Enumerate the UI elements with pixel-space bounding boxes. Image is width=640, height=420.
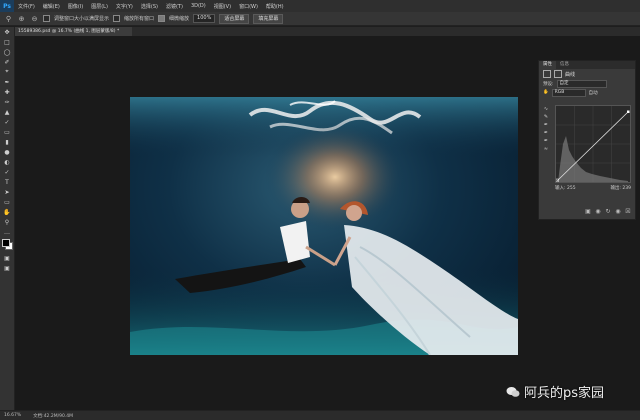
clip-to-layer-icon[interactable]: ▣ bbox=[585, 209, 591, 215]
black-point-eyedropper-icon[interactable]: ✒ bbox=[542, 121, 550, 129]
tool-bar: ✥ □ ◯ ✐ ⌖ ✒ ✚ ✑ ▲ ✓ ▭ ▮ ● ◐ ✓ T ➤ ▭ ✋ ⚲ … bbox=[0, 27, 15, 410]
foreground-color-swatch[interactable] bbox=[2, 239, 10, 247]
curve-graph-svg bbox=[555, 106, 630, 182]
brush-tool-icon[interactable]: ✑ bbox=[0, 97, 14, 107]
channel-row: ✋ RGB 自动 bbox=[539, 88, 635, 97]
curves-adjustment-icon bbox=[543, 70, 551, 78]
resize-windows-label: 调整窗口大小以满屏显示 bbox=[54, 16, 110, 22]
tab-properties[interactable]: 属性 bbox=[539, 61, 556, 69]
zoom-all-label: 缩放所有窗口 bbox=[124, 16, 155, 22]
view-previous-icon[interactable]: ◉ bbox=[595, 209, 601, 215]
menu-bar: Ps 文件(F) 编辑(E) 图像(I) 图层(L) 文字(Y) 选择(S) 滤… bbox=[0, 0, 640, 12]
curve-graph[interactable] bbox=[555, 105, 631, 183]
curve-point-white bbox=[627, 110, 630, 113]
visibility-icon[interactable]: ◉ bbox=[615, 209, 621, 215]
resize-windows-checkbox[interactable] bbox=[43, 15, 50, 22]
preset-select[interactable]: 自定 bbox=[556, 79, 607, 88]
status-bar: 16.67% 文档:42.2M/90.4M bbox=[0, 410, 640, 420]
path-select-tool-icon[interactable]: ➤ bbox=[0, 187, 14, 197]
input-readout: 输入: 255 bbox=[555, 186, 576, 191]
panel-footer: ▣ ◉ ↻ ◉ ☒ bbox=[539, 207, 635, 217]
output-readout: 输出: 239 bbox=[610, 186, 631, 191]
screen-mode-icon[interactable]: ▣ bbox=[0, 263, 14, 273]
fill-screen-button[interactable]: 填充屏幕 bbox=[253, 13, 284, 24]
ps-logo: Ps bbox=[0, 0, 14, 12]
history-brush-tool-icon[interactable]: ✓ bbox=[0, 117, 14, 127]
preset-label: 预设: bbox=[543, 81, 554, 87]
document-tab-bar: 15589386.psd @ 16.7% (曲线 1, 图层蒙版/8) * bbox=[14, 27, 640, 36]
menu-select[interactable]: 选择(S) bbox=[137, 3, 162, 10]
menu-3d[interactable]: 3D(D) bbox=[187, 3, 210, 9]
zoom-tool-icon[interactable]: ⚲ bbox=[4, 14, 13, 23]
zoom-value-field[interactable]: 100% bbox=[193, 14, 216, 23]
zoom-all-checkbox[interactable] bbox=[113, 15, 121, 22]
blur-tool-icon[interactable]: ● bbox=[0, 147, 14, 157]
eyedropper-tool-icon[interactable]: ✒ bbox=[0, 77, 14, 87]
more-tools-icon[interactable]: … bbox=[0, 227, 14, 237]
zoom-in-icon[interactable]: ⊕ bbox=[17, 14, 26, 23]
photo-illustration bbox=[130, 97, 518, 355]
menu-file[interactable]: 文件(F) bbox=[14, 3, 39, 10]
zoom-out-icon[interactable]: ⊖ bbox=[30, 14, 39, 23]
channel-select[interactable]: RGB bbox=[551, 88, 586, 97]
input-value[interactable]: 255 bbox=[567, 186, 576, 191]
quick-mask-icon[interactable]: ▣ bbox=[0, 253, 14, 263]
shape-tool-icon[interactable]: ▭ bbox=[0, 197, 14, 207]
options-bar: ⚲ ⊕ ⊖ 调整窗口大小以满屏显示 缩放所有窗口 细微缩放 100% 适合屏幕 … bbox=[0, 12, 640, 26]
white-point-eyedropper-icon[interactable]: ✒ bbox=[542, 137, 550, 145]
panel-title: 曲线 bbox=[565, 71, 576, 78]
pen-tool-icon[interactable]: ✓ bbox=[0, 167, 14, 177]
marquee-tool-icon[interactable]: □ bbox=[0, 37, 14, 47]
menu-type[interactable]: 文字(Y) bbox=[112, 3, 137, 10]
color-swatches[interactable] bbox=[0, 237, 14, 253]
hand-tool-icon[interactable]: ✋ bbox=[0, 207, 14, 217]
edit-points-icon[interactable]: ∿ bbox=[542, 105, 550, 113]
smooth-curve-icon[interactable]: ≈ bbox=[542, 145, 550, 153]
healing-tool-icon[interactable]: ✚ bbox=[0, 87, 14, 97]
delete-icon[interactable]: ☒ bbox=[625, 209, 631, 215]
status-doc-size: 文档:42.2M/90.4M bbox=[33, 413, 74, 419]
fit-screen-button[interactable]: 适合屏幕 bbox=[219, 13, 250, 24]
panel-tabs: 属性 信息 bbox=[539, 61, 635, 69]
quick-select-tool-icon[interactable]: ✐ bbox=[0, 57, 14, 67]
menu-help[interactable]: 帮助(H) bbox=[262, 3, 288, 10]
underwater-couple-photo bbox=[130, 97, 518, 355]
output-value[interactable]: 239 bbox=[622, 186, 631, 191]
tab-info[interactable]: 信息 bbox=[556, 61, 573, 69]
menu-filter[interactable]: 滤镜(T) bbox=[162, 3, 187, 10]
curve-tools: ∿ ✎ ✒ ✒ ✒ ≈ bbox=[542, 105, 550, 153]
dodge-tool-icon[interactable]: ◐ bbox=[0, 157, 14, 167]
curve-readout: 输入: 255 输出: 239 bbox=[555, 185, 631, 191]
lasso-tool-icon[interactable]: ◯ bbox=[0, 47, 14, 57]
gray-point-eyedropper-icon[interactable]: ✒ bbox=[542, 129, 550, 137]
auto-button[interactable]: 自动 bbox=[589, 90, 598, 96]
reset-icon[interactable]: ↻ bbox=[605, 209, 611, 215]
document-tab[interactable]: 15589386.psd @ 16.7% (曲线 1, 图层蒙版/8) * bbox=[14, 27, 132, 36]
menu-view[interactable]: 视图(V) bbox=[210, 3, 235, 10]
menu-window[interactable]: 窗口(W) bbox=[235, 3, 262, 10]
zoom-tool-icon[interactable]: ⚲ bbox=[0, 217, 14, 227]
crop-tool-icon[interactable]: ⌖ bbox=[0, 67, 14, 77]
scrubby-zoom-label: 细微缩放 bbox=[169, 16, 190, 22]
layer-mask-icon[interactable] bbox=[554, 70, 562, 78]
watermark: 阿兵的ps家园 bbox=[506, 382, 604, 401]
menu-edit[interactable]: 编辑(E) bbox=[39, 3, 64, 10]
wechat-icon bbox=[506, 386, 520, 397]
status-zoom[interactable]: 16.67% bbox=[4, 413, 21, 418]
properties-panel: 属性 信息 曲线 预设: 自定 ✋ RGB 自动 ∿ ✎ ✒ ✒ ✒ ≈ 输入:… bbox=[538, 60, 636, 220]
panel-title-row: 曲线 bbox=[539, 69, 635, 79]
pencil-curve-icon[interactable]: ✎ bbox=[542, 113, 550, 121]
type-tool-icon[interactable]: T bbox=[0, 177, 14, 187]
menu-layer[interactable]: 图层(L) bbox=[87, 3, 112, 10]
gradient-tool-icon[interactable]: ▮ bbox=[0, 137, 14, 147]
menu-image[interactable]: 图像(I) bbox=[64, 3, 87, 10]
watermark-text: 阿兵的ps家园 bbox=[524, 386, 605, 401]
eraser-tool-icon[interactable]: ▭ bbox=[0, 127, 14, 137]
scrubby-zoom-checkbox[interactable] bbox=[158, 15, 166, 22]
stamp-tool-icon[interactable]: ▲ bbox=[0, 107, 14, 117]
preset-row: 预设: 自定 bbox=[539, 79, 635, 88]
hand-adjust-icon[interactable]: ✋ bbox=[543, 90, 549, 95]
move-tool-icon[interactable]: ✥ bbox=[0, 27, 14, 37]
